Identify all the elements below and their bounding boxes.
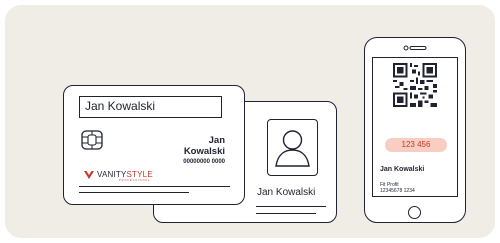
membership-number: 12345678 1234 xyxy=(380,188,415,194)
first-name: Jan xyxy=(208,135,225,146)
qr-code-icon xyxy=(393,63,437,107)
user-silhouette-icon xyxy=(267,119,318,176)
card-holder-name: Jan Kowalski xyxy=(155,135,225,157)
name-field: Jan Kowalski xyxy=(79,96,222,118)
divider xyxy=(79,186,230,187)
chip-icon xyxy=(81,130,103,150)
phone-membership-info: Fit Profit 12345678 1234 xyxy=(380,182,415,194)
logo-mark-icon xyxy=(84,170,94,179)
illustration-panel: Jan Kowalski Jan Kowalski Jan Kowalski 0… xyxy=(5,5,495,238)
card-number: 00000000 0000 xyxy=(183,159,225,165)
divider xyxy=(79,192,189,193)
logo-subtext: PROFESSIONAL xyxy=(119,179,151,182)
speaker-icon xyxy=(403,45,427,51)
phone-screen: 123 456 Jan Kowalski Fit Profit 12345678… xyxy=(372,57,458,197)
smartphone: 123 456 Jan Kowalski Fit Profit 12345678… xyxy=(364,37,466,223)
phone-user-name: Jan Kowalski xyxy=(380,166,425,173)
divider xyxy=(256,213,316,214)
logo-text: VANITYSTYLE xyxy=(97,170,153,179)
divider xyxy=(256,206,326,207)
verification-code: 123 456 xyxy=(385,138,447,152)
back-card-name: Jan Kowalski xyxy=(257,187,316,198)
vanity-style-logo: VANITYSTYLE xyxy=(84,170,153,179)
home-button xyxy=(408,206,421,219)
last-name: Kowalski xyxy=(183,146,225,157)
front-id-card: Jan Kowalski Jan Kowalski 00000000 0000 … xyxy=(63,85,245,205)
